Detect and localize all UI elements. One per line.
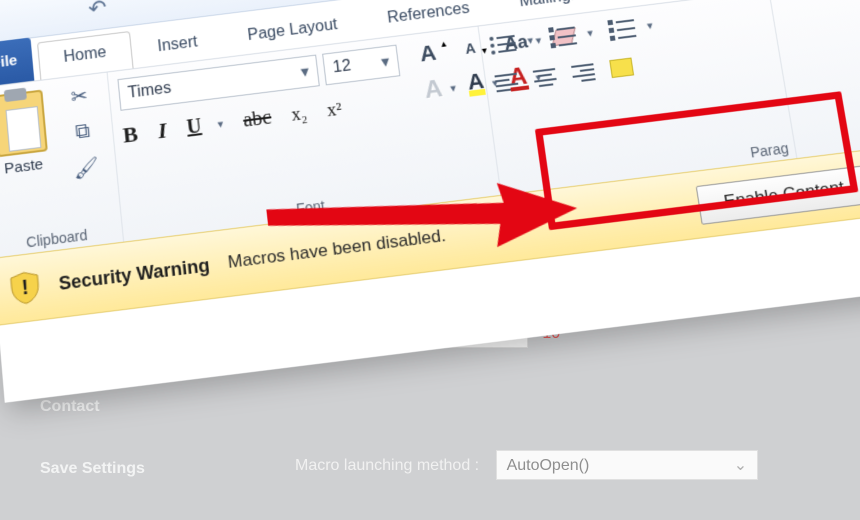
cut-icon[interactable]: ✂ (57, 81, 102, 111)
copy-icon[interactable]: ⧉ (61, 118, 106, 146)
chevron-down-icon: ▾ (366, 52, 391, 74)
chevron-down-icon[interactable]: ▾ (646, 19, 654, 32)
clipboard-mini-buttons: ✂ ⧉ 🖌 (57, 81, 108, 183)
highlight-button[interactable]: A (467, 73, 486, 97)
bg-method-value: AutoOpen() (507, 457, 590, 474)
word-screenshot-stage: ↶ File Home Insert Page Layout Reference… (0, 0, 860, 420)
bullets-icon[interactable] (489, 33, 517, 54)
shield-warning-icon: ! (8, 270, 42, 307)
bg-method-select[interactable]: AutoOpen() ⌄ (496, 450, 759, 480)
chevron-down-icon: ⌄ (734, 455, 747, 475)
bg-side-save[interactable]: Save Settings (40, 460, 145, 478)
shading-icon[interactable] (609, 58, 634, 79)
paste-button[interactable]: Paste (0, 86, 60, 216)
bold-button[interactable]: B (122, 121, 139, 149)
grow-font-button[interactable]: A (418, 40, 437, 68)
undo-icon[interactable]: ↶ (87, 0, 108, 22)
group-clipboard: Paste ✂ ⧉ 🖌 Clipboard (0, 72, 124, 258)
paste-label: Paste (0, 154, 56, 179)
chevron-down-icon: ▾ (286, 62, 310, 84)
subscript-button[interactable]: x₂ (290, 102, 308, 125)
multilevel-icon[interactable] (607, 17, 636, 41)
format-painter-icon[interactable]: 🖌 (64, 153, 109, 183)
font-size-combo[interactable]: 12 ▾ (322, 45, 400, 86)
align-center-icon[interactable] (533, 68, 558, 88)
chevron-down-icon[interactable]: ▾ (217, 117, 224, 131)
chevron-down-icon[interactable]: ▾ (450, 81, 457, 95)
chevron-down-icon[interactable]: ▾ (586, 26, 593, 39)
paragraph-row-2 (494, 58, 634, 93)
text-effects-button[interactable]: A (423, 75, 444, 105)
security-title: Security Warning (58, 254, 211, 294)
font-size-value: 12 (332, 57, 352, 77)
clipboard-icon (0, 90, 48, 158)
bg-method-label: Macro launching method : (295, 457, 479, 474)
paragraph-row-1: ▾ ▾ ▾ (489, 15, 654, 56)
align-left-icon[interactable] (494, 72, 519, 92)
enable-content-button[interactable]: Enable Content (695, 165, 860, 225)
bg-row-method: Macro launching method : AutoOpen() ⌄ (295, 450, 758, 480)
align-right-icon[interactable] (571, 63, 596, 83)
chevron-down-icon[interactable]: ▾ (527, 34, 534, 47)
shrink-font-button[interactable]: A (464, 40, 476, 57)
font-name-value: Times (127, 80, 172, 103)
italic-button[interactable]: I (157, 117, 168, 144)
superscript-button[interactable]: x² (326, 98, 343, 121)
strikethrough-button[interactable]: abc (242, 106, 273, 132)
security-message: Macros have been disabled. (227, 226, 447, 273)
grow-caret-icon: ▴ (440, 38, 446, 49)
underline-button[interactable]: U (186, 115, 203, 140)
word-window: ↶ File Home Insert Page Layout Reference… (0, 0, 860, 403)
numbering-icon[interactable] (548, 25, 577, 49)
